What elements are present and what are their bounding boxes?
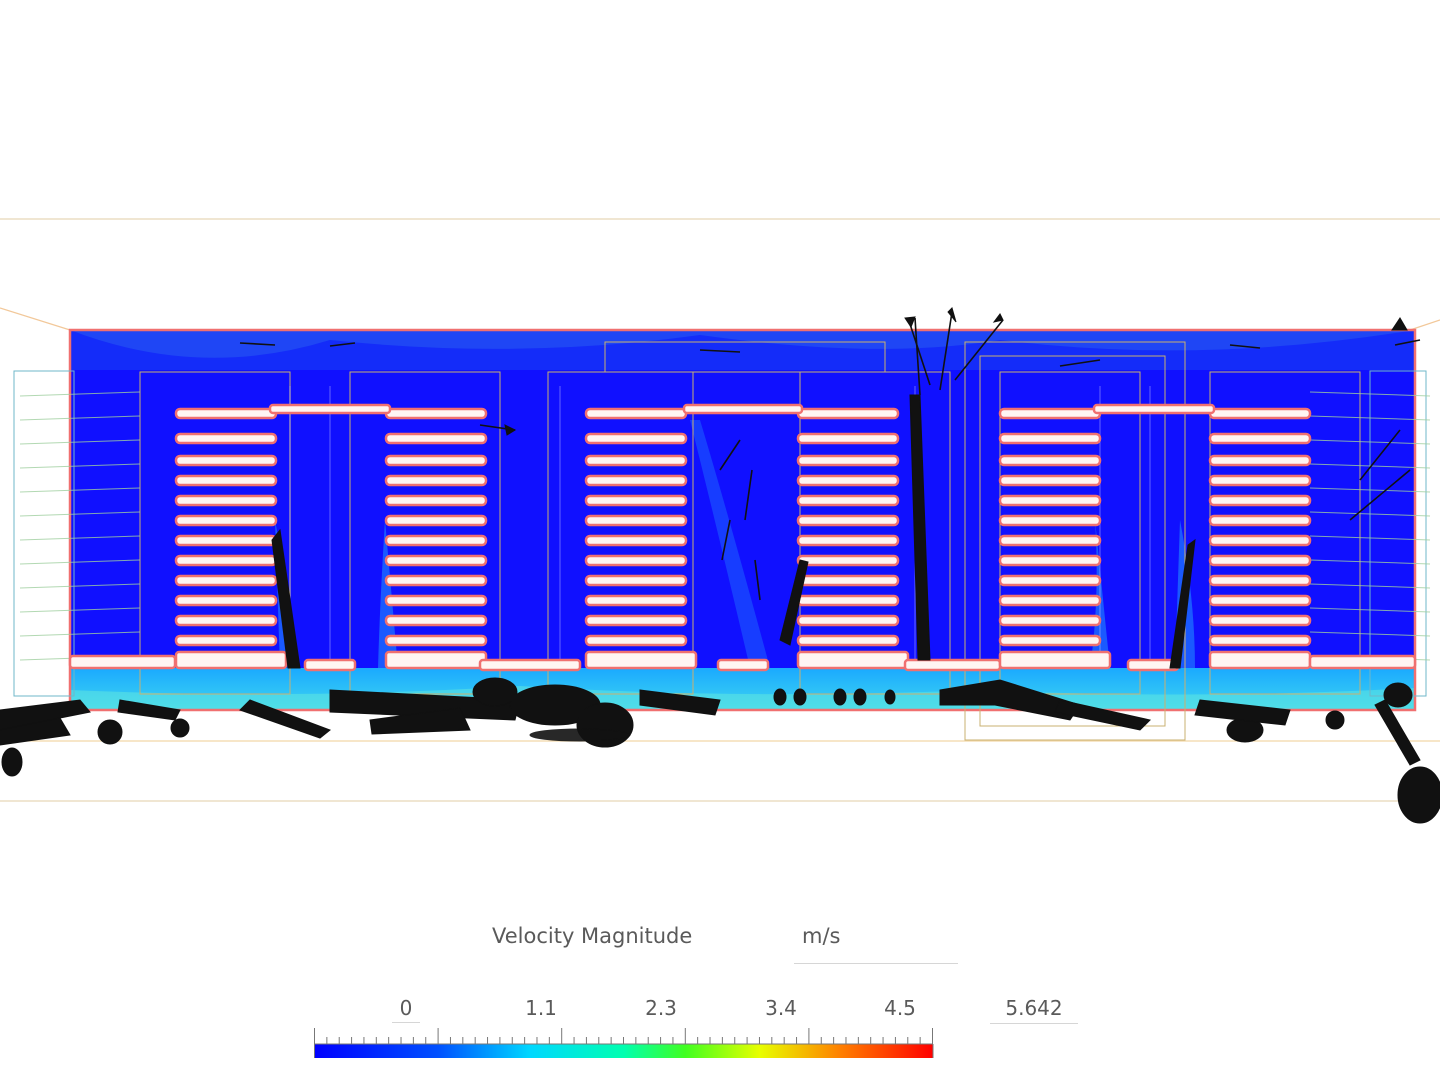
legend-title: Velocity Magnitude: [492, 924, 693, 948]
legend-max-field[interactable]: 5.642: [990, 994, 1078, 1024]
legend-max-value: 5.642: [1005, 996, 1063, 1020]
unit-label: m/s: [802, 924, 841, 948]
legend-tick-label: 3.4: [765, 996, 797, 1020]
legend-min-value: 0: [399, 996, 413, 1020]
legend-tick-label: 2.3: [645, 996, 677, 1020]
unit-field[interactable]: m/s: [794, 920, 958, 964]
legend-tick-label: 4.5: [884, 996, 916, 1020]
colorbar: [314, 1028, 934, 1058]
legend-tick-label: 1.1: [525, 996, 557, 1020]
legend-min-underline: [392, 1022, 420, 1023]
colorbar-gradient: [314, 1044, 933, 1058]
cfd-viewport[interactable]: [0, 0, 1440, 880]
